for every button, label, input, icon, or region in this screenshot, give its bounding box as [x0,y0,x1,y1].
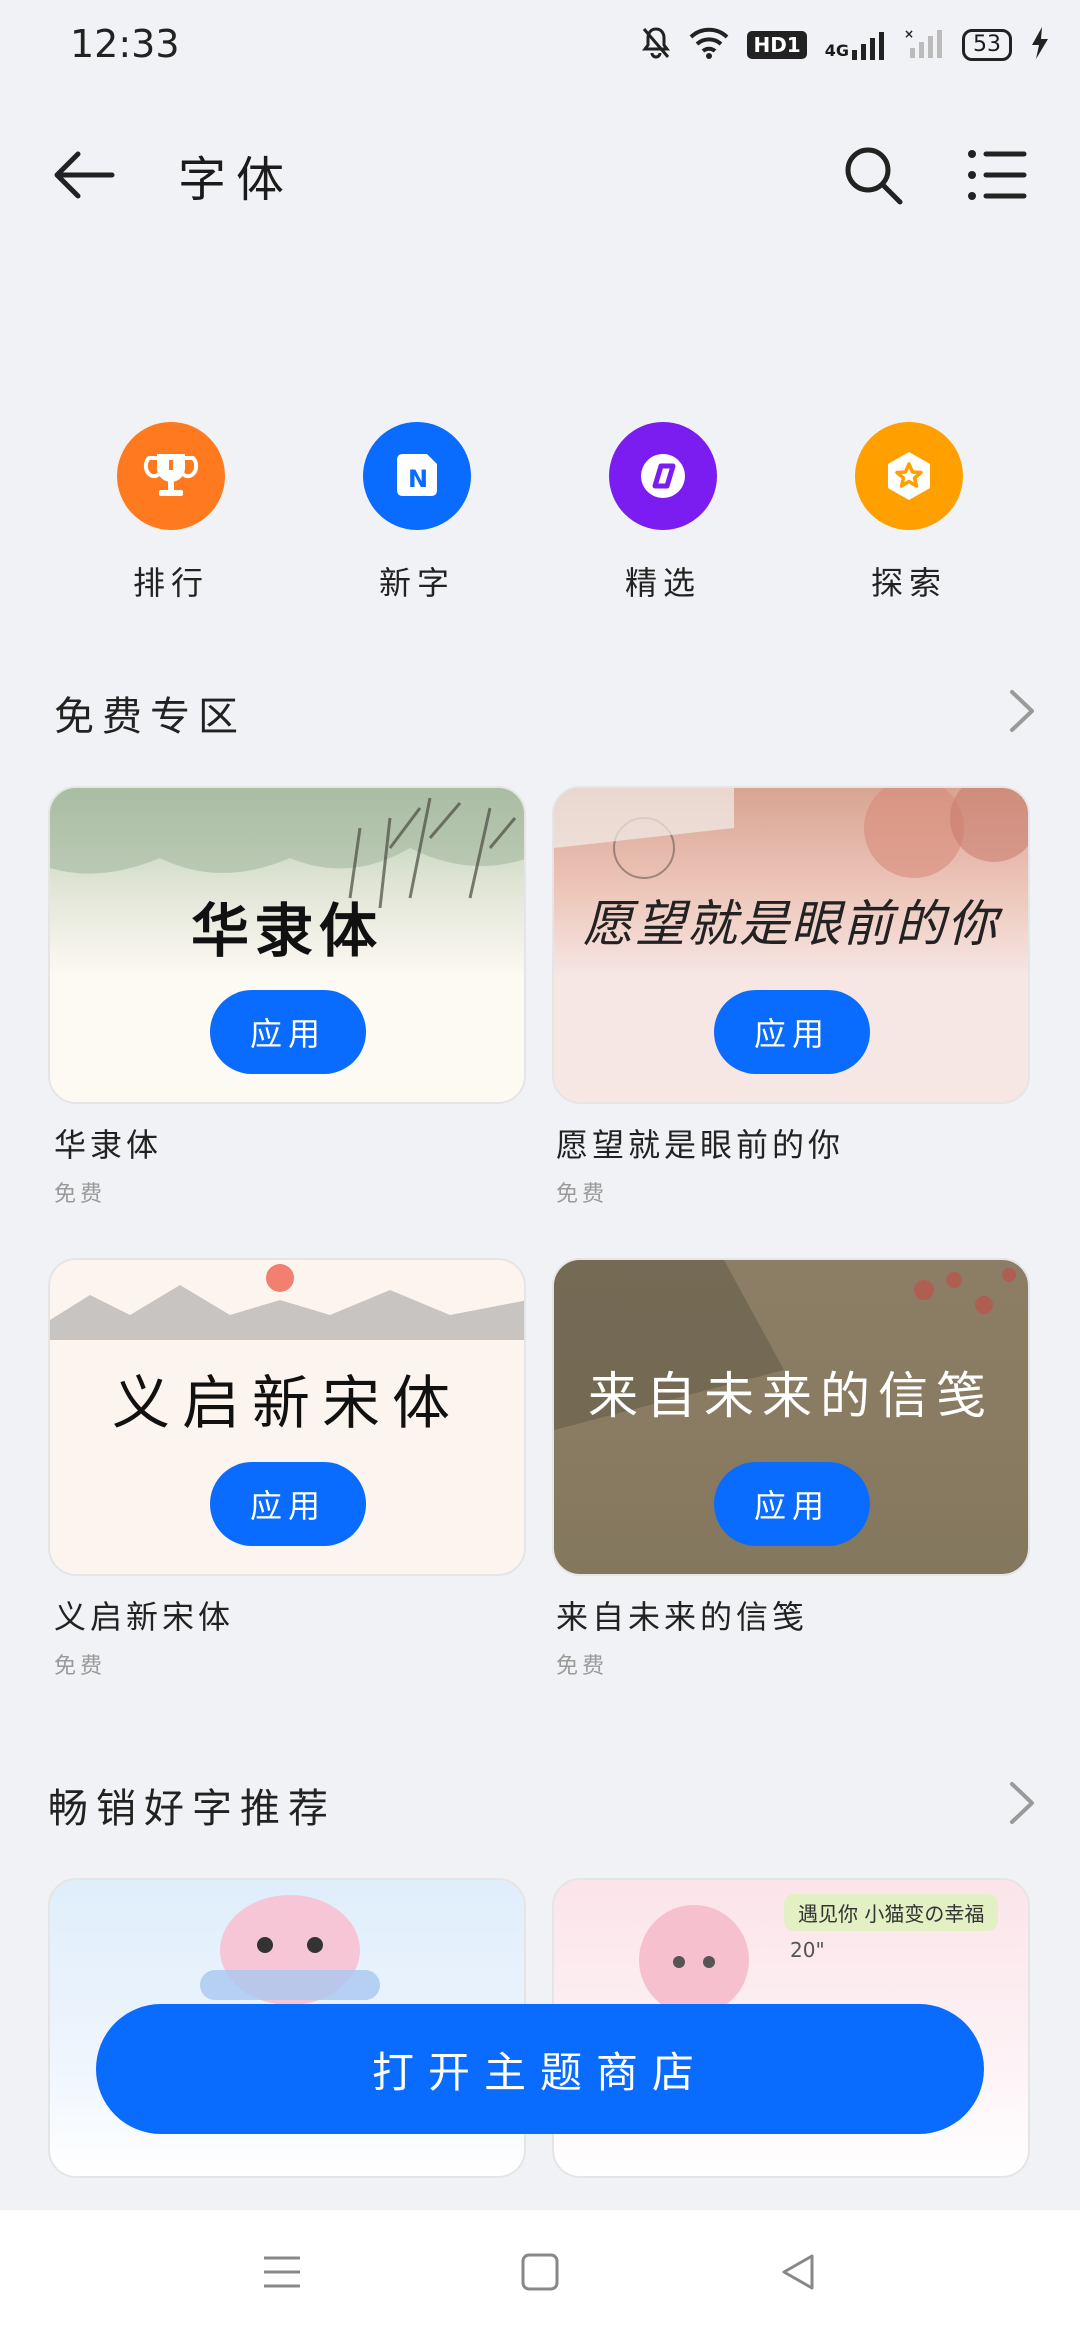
recent-apps-button[interactable] [262,2252,302,2296]
free-section-more[interactable] [1002,686,1042,736]
category-label: 精选 [624,564,701,602]
font-card-letter[interactable]: 来自未来的信笺 应用 [552,1258,1030,1576]
font-preview: 义启新宋体 [111,1369,462,1437]
category-label: 新字 [378,564,455,602]
bestseller-section-more[interactable] [1002,1778,1042,1828]
trophy-icon [117,422,225,530]
font-price: 免费 [556,1654,609,1679]
font-name: 愿望就是眼前的你 [556,1126,845,1164]
font-preview: 愿望就是眼前的你 [583,895,999,953]
signal-icon-2: × [904,27,944,62]
back-button[interactable] [50,140,120,210]
bestseller-section-title: 畅销好字推荐 [48,1786,336,1832]
new-icon: N [363,422,471,530]
category-ranking[interactable]: 排行 [96,422,246,604]
apply-button[interactable]: 应用 [714,990,870,1074]
charging-icon [1030,27,1050,63]
font-price: 免费 [54,1654,107,1679]
font-price: 免费 [556,1182,609,1207]
diamond-icon [609,422,717,530]
font-preview: 来自未来的信笺 [588,1367,994,1425]
star-badge-icon [855,422,963,530]
font-price: 免费 [54,1182,107,1207]
svg-text:N: N [408,465,428,493]
list-menu-icon [968,150,1027,200]
triangle-back-icon [782,2254,814,2290]
mountain-decoration [50,1264,524,1340]
chevron-right-icon [1010,1782,1034,1824]
page-title: 字体 [178,152,295,208]
category-explore[interactable]: 探索 [834,422,984,604]
free-section-title: 免费专区 [54,694,246,740]
signal-icon-1: 4G [825,30,886,60]
chevron-right-icon [1010,690,1034,732]
home-button[interactable] [520,2252,560,2296]
system-nav-bar [0,2210,1080,2340]
category-featured[interactable]: 精选 [588,422,738,604]
network-type: 4G [824,41,849,60]
apply-button[interactable]: 应用 [714,1462,870,1546]
search-button[interactable] [838,140,908,210]
square-icon [521,2253,559,2291]
status-icons: HD1 4G × 53 [641,26,1050,64]
wifi-icon [689,27,729,63]
svg-text:×: × [904,28,914,41]
system-back-button[interactable] [778,2252,818,2296]
font-name: 华隶体 [54,1126,163,1164]
font-card-yiqi[interactable]: 义启新宋体 应用 [48,1258,526,1576]
menu-lines-icon [264,2256,300,2288]
card-tag: 遇见你 小猫变の幸福 [784,1894,999,1931]
battery-level: 53 [962,29,1012,61]
category-label: 探索 [870,564,947,602]
category-label: 排行 [132,564,209,602]
category-new[interactable]: N 新字 [342,422,492,604]
hd-badge: HD1 [747,31,807,59]
apply-button[interactable]: 应用 [210,990,366,1074]
mute-bell-icon [641,26,671,64]
font-card-wish[interactable]: 愿望就是眼前的你 应用 [552,786,1030,1104]
card-sub: 20" [790,1938,825,1962]
open-theme-store-button[interactable]: 打开主题商店 [96,2004,984,2134]
font-name: 义启新宋体 [54,1598,235,1636]
font-name: 来自未来的信笺 [556,1598,809,1636]
font-card-huali[interactable]: 华隶体 应用 [48,786,526,1104]
status-time: 12:33 [70,22,180,66]
menu-button[interactable] [962,140,1032,210]
apply-button[interactable]: 应用 [210,1462,366,1546]
search-icon [845,147,903,205]
font-preview: 华隶体 [190,897,383,965]
arrow-left-icon [54,151,115,199]
